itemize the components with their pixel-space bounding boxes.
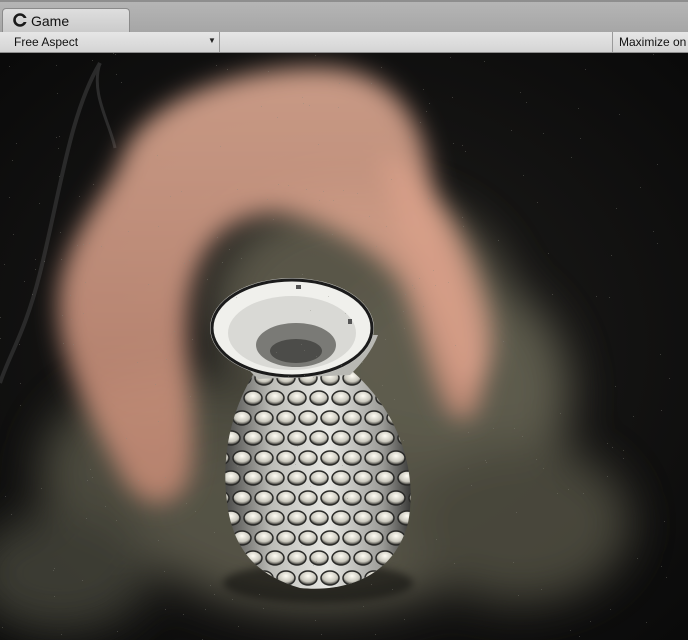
vase-perforation	[298, 450, 318, 466]
tab-label: Game	[31, 13, 70, 29]
vase-perforation	[254, 530, 274, 546]
vase-perforation	[342, 490, 362, 506]
vase-perforation	[353, 470, 373, 486]
aspect-dropdown-label: Free Aspect	[14, 35, 79, 49]
vase-perforation	[353, 510, 373, 526]
vase-perforation	[375, 430, 395, 446]
vase-perforation	[287, 390, 307, 406]
vase-perforation	[364, 450, 384, 466]
vase-perforation	[375, 510, 395, 526]
vase-perforation	[265, 510, 285, 526]
vase-perforation	[276, 530, 296, 546]
vase-perforation	[320, 450, 340, 466]
vase-perforation	[320, 570, 340, 586]
vase-perforation	[331, 550, 351, 566]
tab-strip-border	[0, 0, 688, 2]
vase-perforation	[243, 430, 263, 446]
vase-perforation	[232, 450, 252, 466]
vase-perforation	[298, 410, 318, 426]
vase-perforation	[232, 490, 252, 506]
vase-perforation	[331, 470, 351, 486]
tab-strip: Game	[0, 0, 688, 33]
vase-perforation	[265, 550, 285, 566]
vase-perforation	[287, 550, 307, 566]
vase-perforation	[353, 390, 373, 406]
scene-render	[0, 53, 688, 640]
vase-perforation	[364, 530, 384, 546]
vase-perforation	[386, 450, 406, 466]
maximize-on-play-label: Maximize on Play	[619, 35, 688, 49]
vase-perforation	[265, 430, 285, 446]
vase-perforation	[364, 490, 384, 506]
vase-perforation	[353, 550, 373, 566]
vase-perforation	[287, 470, 307, 486]
maximize-on-play-toggle[interactable]: Maximize on Play	[613, 32, 688, 52]
vase-perforation	[265, 470, 285, 486]
vase-perforation	[342, 530, 362, 546]
vase-perforation	[243, 470, 263, 486]
game-controller-icon	[13, 13, 27, 27]
vase-perforation	[353, 430, 373, 446]
vase-perforation	[243, 390, 263, 406]
vase-perforation	[232, 410, 252, 426]
vase-perforation	[331, 510, 351, 526]
vase-perforation	[254, 490, 274, 506]
tab-game[interactable]: Game	[2, 8, 130, 32]
vase-perforation	[254, 410, 274, 426]
vase-perforation	[364, 410, 384, 426]
vase-perforation	[309, 470, 329, 486]
vase-perforation	[298, 490, 318, 506]
vase-perforation	[243, 510, 263, 526]
vase-perforation	[342, 450, 362, 466]
vase-perforation	[309, 430, 329, 446]
vase-perforation	[331, 390, 351, 406]
aspect-dropdown[interactable]: Free Aspect ▼	[4, 32, 220, 52]
vase-perforation	[386, 490, 406, 506]
dropdown-arrow-icon: ▼	[208, 36, 216, 45]
vase-perforation	[276, 410, 296, 426]
vase-perforation	[287, 430, 307, 446]
vase-perforation	[309, 390, 329, 406]
vase-perforation	[265, 390, 285, 406]
vase-perforation	[254, 450, 274, 466]
vase-perforation	[309, 510, 329, 526]
vase-perforation	[309, 550, 329, 566]
vase-perforation	[320, 490, 340, 506]
vase-perforation	[331, 430, 351, 446]
vase-perforation	[298, 570, 318, 586]
vase-perforation	[298, 530, 318, 546]
vase-perforation	[276, 490, 296, 506]
game-viewport[interactable]	[0, 53, 688, 640]
vase-perforation	[342, 410, 362, 426]
vase-perforation	[287, 510, 307, 526]
vase-perforation	[320, 410, 340, 426]
vase-perforation	[375, 470, 395, 486]
vase-perforation	[320, 530, 340, 546]
vase-perforation	[276, 450, 296, 466]
game-toolbar: Free Aspect ▼ Maximize on Play	[0, 32, 688, 53]
